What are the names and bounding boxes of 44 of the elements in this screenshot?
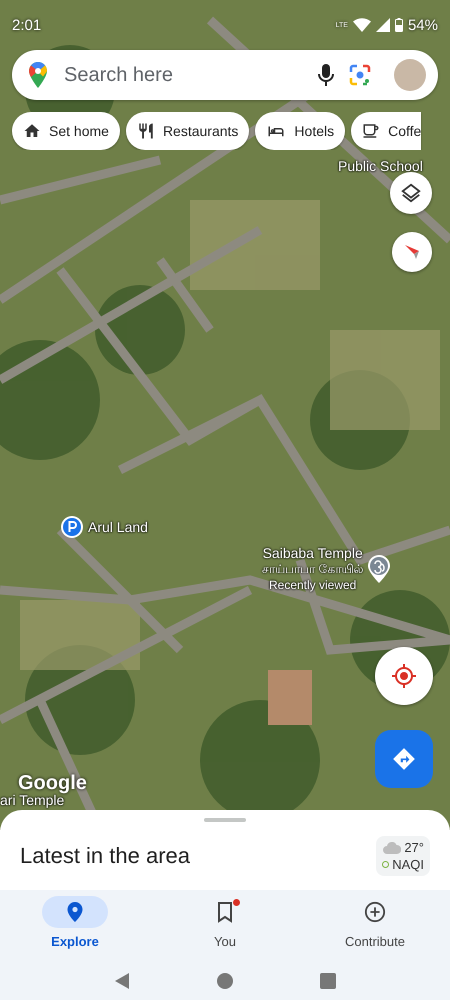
nav-tab[interactable]: Contribute (300, 896, 450, 949)
category-chip[interactable]: Coffe (351, 112, 422, 150)
cup-icon (362, 122, 380, 140)
map-place-label[interactable]: ari Temple (0, 792, 64, 808)
battery-percent: 54% (408, 16, 438, 34)
recently-viewed-label: Recently viewed (268, 577, 356, 593)
back-icon[interactable] (114, 972, 130, 990)
recents-square-icon[interactable] (320, 972, 336, 988)
air-quality-dot-icon (382, 861, 390, 868)
location-pin-icon (66, 901, 84, 923)
search-field[interactable]: Search here (62, 62, 304, 88)
home-circle-icon[interactable] (216, 972, 233, 988)
map-place-label[interactable]: Arul Land (88, 519, 148, 535)
bookmark-icon (216, 901, 234, 923)
category-chip[interactable]: Hotels (255, 112, 346, 150)
map-place-native-label[interactable]: சாய்பாபா கோயில் (262, 561, 364, 577)
sheet-title: Latest in the area (20, 843, 190, 869)
cloud-icon (383, 842, 402, 854)
location-target-icon (391, 663, 417, 689)
category-chip[interactable]: Set home (12, 112, 120, 150)
parking-pin-icon[interactable] (60, 515, 84, 539)
add-circle-icon (364, 901, 386, 923)
directions-button[interactable] (375, 730, 433, 788)
map-place-label[interactable]: Saibaba Temple (262, 545, 363, 561)
camera-lens-icon[interactable] (348, 63, 372, 87)
home-icon (23, 122, 41, 140)
layers-icon (400, 182, 422, 204)
weather-chip[interactable]: 27° NAQI (376, 836, 430, 876)
drag-handle[interactable] (204, 818, 246, 822)
nav-tab[interactable]: Explore (0, 896, 150, 949)
category-chip[interactable]: Restaurants (126, 112, 250, 150)
search-bar[interactable]: Search here (12, 50, 438, 100)
directions-arrow-icon (391, 746, 417, 772)
signal-icon (376, 18, 390, 32)
map-attribution: Google (18, 772, 87, 794)
status-time: 2:01 (12, 16, 42, 34)
battery-icon (394, 18, 403, 32)
temple-pin-icon[interactable] (367, 554, 392, 584)
maps-logo-icon (28, 61, 48, 89)
fork-knife-icon (136, 122, 155, 140)
wifi-icon (352, 18, 371, 32)
map-place-label[interactable]: Public School (338, 158, 423, 174)
nav-tab[interactable]: You (150, 896, 300, 949)
microphone-icon[interactable] (318, 63, 334, 87)
